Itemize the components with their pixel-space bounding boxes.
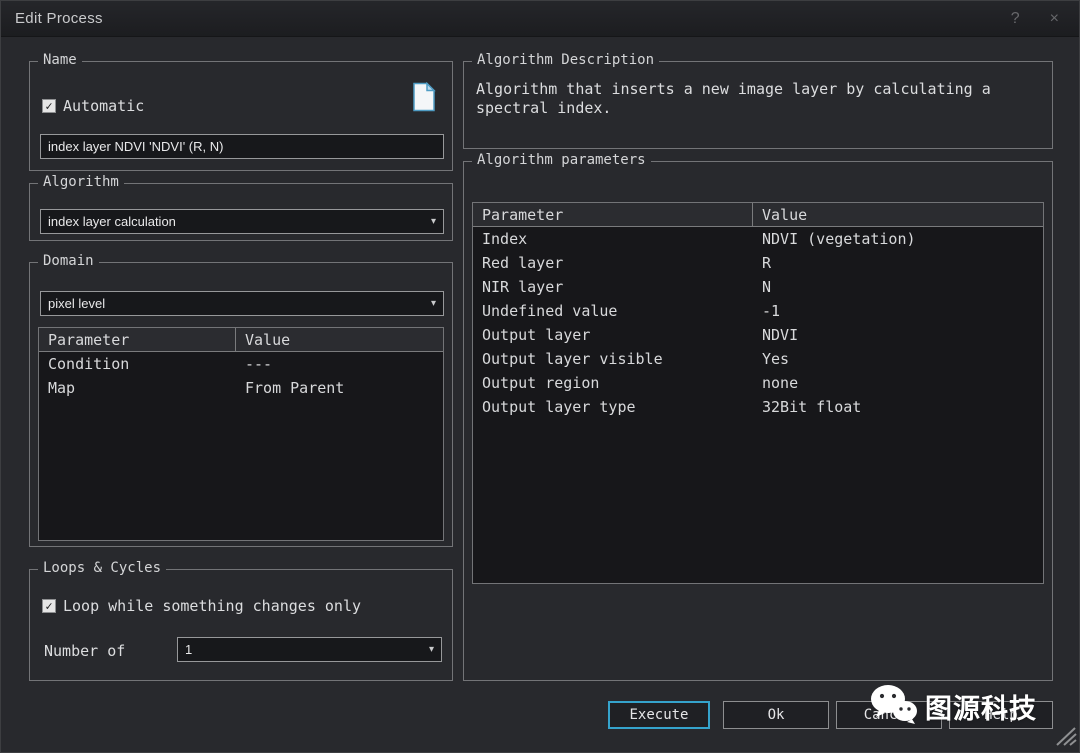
- cell-parameter: Condition: [39, 352, 236, 376]
- cell-parameter: Output layer type: [473, 395, 753, 419]
- header-value: Value: [236, 331, 299, 349]
- ok-button[interactable]: Ok: [723, 701, 829, 729]
- description-group: Algorithm Description Algorithm that ins…: [463, 61, 1053, 149]
- table-row[interactable]: Red layer R: [473, 251, 1043, 275]
- domain-group: Domain pixel level ▾ Parameter Value Con…: [29, 262, 453, 547]
- cell-parameter: Index: [473, 227, 753, 251]
- number-of-label: Number of: [44, 642, 125, 660]
- table-row[interactable]: Output layer type 32Bit float: [473, 395, 1043, 419]
- watermark-text: 图源科技: [925, 687, 1037, 726]
- table-row[interactable]: Output layer NDVI: [473, 323, 1043, 347]
- cell-value[interactable]: From Parent: [236, 379, 353, 397]
- number-of-dropdown[interactable]: 1 ▾: [177, 637, 442, 662]
- algorithm-dropdown-value: index layer calculation: [48, 214, 176, 229]
- cell-value[interactable]: none: [753, 374, 807, 392]
- cell-value[interactable]: ---: [236, 355, 281, 373]
- edit-process-dialog: Edit Process ? × Name ✓ Automatic index …: [0, 0, 1080, 753]
- cell-value[interactable]: NDVI (vegetation): [753, 230, 925, 248]
- algorithm-description-text: Algorithm that inserts a new image layer…: [476, 80, 1036, 118]
- wechat-logo-icon: [867, 682, 919, 730]
- cell-parameter: Output layer: [473, 323, 753, 347]
- automatic-checkbox-label: Automatic: [63, 97, 144, 115]
- table-row[interactable]: Map From Parent: [39, 376, 443, 400]
- close-icon[interactable]: ×: [1050, 10, 1059, 28]
- domain-group-label: Domain: [38, 253, 99, 269]
- algorithm-parameters-table: Parameter Value Index NDVI (vegetation) …: [472, 202, 1044, 584]
- loop-checkbox[interactable]: ✓: [42, 599, 56, 613]
- cell-parameter: Undefined value: [473, 299, 753, 323]
- domain-parameter-table: Parameter Value Condition --- Map From P…: [38, 327, 444, 541]
- chevron-down-icon: ▾: [423, 644, 434, 655]
- cell-parameter: Map: [39, 376, 236, 400]
- algorithm-dropdown[interactable]: index layer calculation ▾: [40, 209, 444, 234]
- execute-button[interactable]: Execute: [608, 701, 710, 729]
- loops-group: Loops & Cycles ✓ Loop while something ch…: [29, 569, 453, 681]
- table-row[interactable]: Output layer visible Yes: [473, 347, 1043, 371]
- cell-parameter: NIR layer: [473, 275, 753, 299]
- cell-parameter: Red layer: [473, 251, 753, 275]
- name-group-label: Name: [38, 52, 82, 68]
- cell-value[interactable]: 32Bit float: [753, 398, 870, 416]
- resize-grip-icon[interactable]: [1055, 726, 1077, 750]
- algorithm-group-label: Algorithm: [38, 174, 124, 190]
- cell-value[interactable]: N: [753, 278, 780, 296]
- table-header-row: Parameter Value: [473, 203, 1043, 227]
- header-value: Value: [753, 206, 816, 224]
- process-name-value: index layer NDVI 'NDVI' (R, N): [48, 139, 223, 154]
- title-bar[interactable]: Edit Process ? ×: [1, 1, 1079, 37]
- watermark: 图源科技: [867, 682, 1037, 730]
- header-parameter: Parameter: [39, 328, 236, 351]
- loop-checkbox-label: Loop while something changes only: [63, 597, 361, 615]
- domain-dropdown[interactable]: pixel level ▾: [40, 291, 444, 316]
- table-row[interactable]: Output region none: [473, 371, 1043, 395]
- automatic-checkbox-row[interactable]: ✓ Automatic: [42, 97, 144, 115]
- cell-parameter: Output layer visible: [473, 347, 753, 371]
- domain-dropdown-value: pixel level: [48, 296, 105, 311]
- chevron-down-icon: ▾: [425, 298, 436, 309]
- loop-checkbox-row[interactable]: ✓ Loop while something changes only: [42, 597, 361, 615]
- table-row[interactable]: Undefined value -1: [473, 299, 1043, 323]
- chevron-down-icon: ▾: [425, 216, 436, 227]
- loops-group-label: Loops & Cycles: [38, 560, 166, 576]
- number-of-value: 1: [185, 642, 192, 657]
- automatic-checkbox[interactable]: ✓: [42, 99, 56, 113]
- table-row[interactable]: Condition ---: [39, 352, 443, 376]
- cell-value[interactable]: Yes: [753, 350, 798, 368]
- help-icon[interactable]: ?: [1011, 10, 1020, 28]
- cell-value[interactable]: NDVI: [753, 326, 807, 344]
- dialog-title: Edit Process: [15, 10, 103, 27]
- header-parameter: Parameter: [473, 203, 753, 226]
- cell-value[interactable]: -1: [753, 302, 789, 320]
- parameters-group-label: Algorithm parameters: [472, 152, 651, 168]
- cell-parameter: Output region: [473, 371, 753, 395]
- process-name-input[interactable]: index layer NDVI 'NDVI' (R, N): [40, 134, 444, 159]
- algorithm-group: Algorithm index layer calculation ▾: [29, 183, 453, 241]
- name-group: Name ✓ Automatic index layer NDVI 'NDVI'…: [29, 61, 453, 171]
- table-header-row: Parameter Value: [39, 328, 443, 352]
- new-document-icon[interactable]: [412, 82, 436, 116]
- table-row[interactable]: Index NDVI (vegetation): [473, 227, 1043, 251]
- description-group-label: Algorithm Description: [472, 52, 659, 68]
- cell-value[interactable]: R: [753, 254, 780, 272]
- table-row[interactable]: NIR layer N: [473, 275, 1043, 299]
- parameters-group: Algorithm parameters Parameter Value Ind…: [463, 161, 1053, 681]
